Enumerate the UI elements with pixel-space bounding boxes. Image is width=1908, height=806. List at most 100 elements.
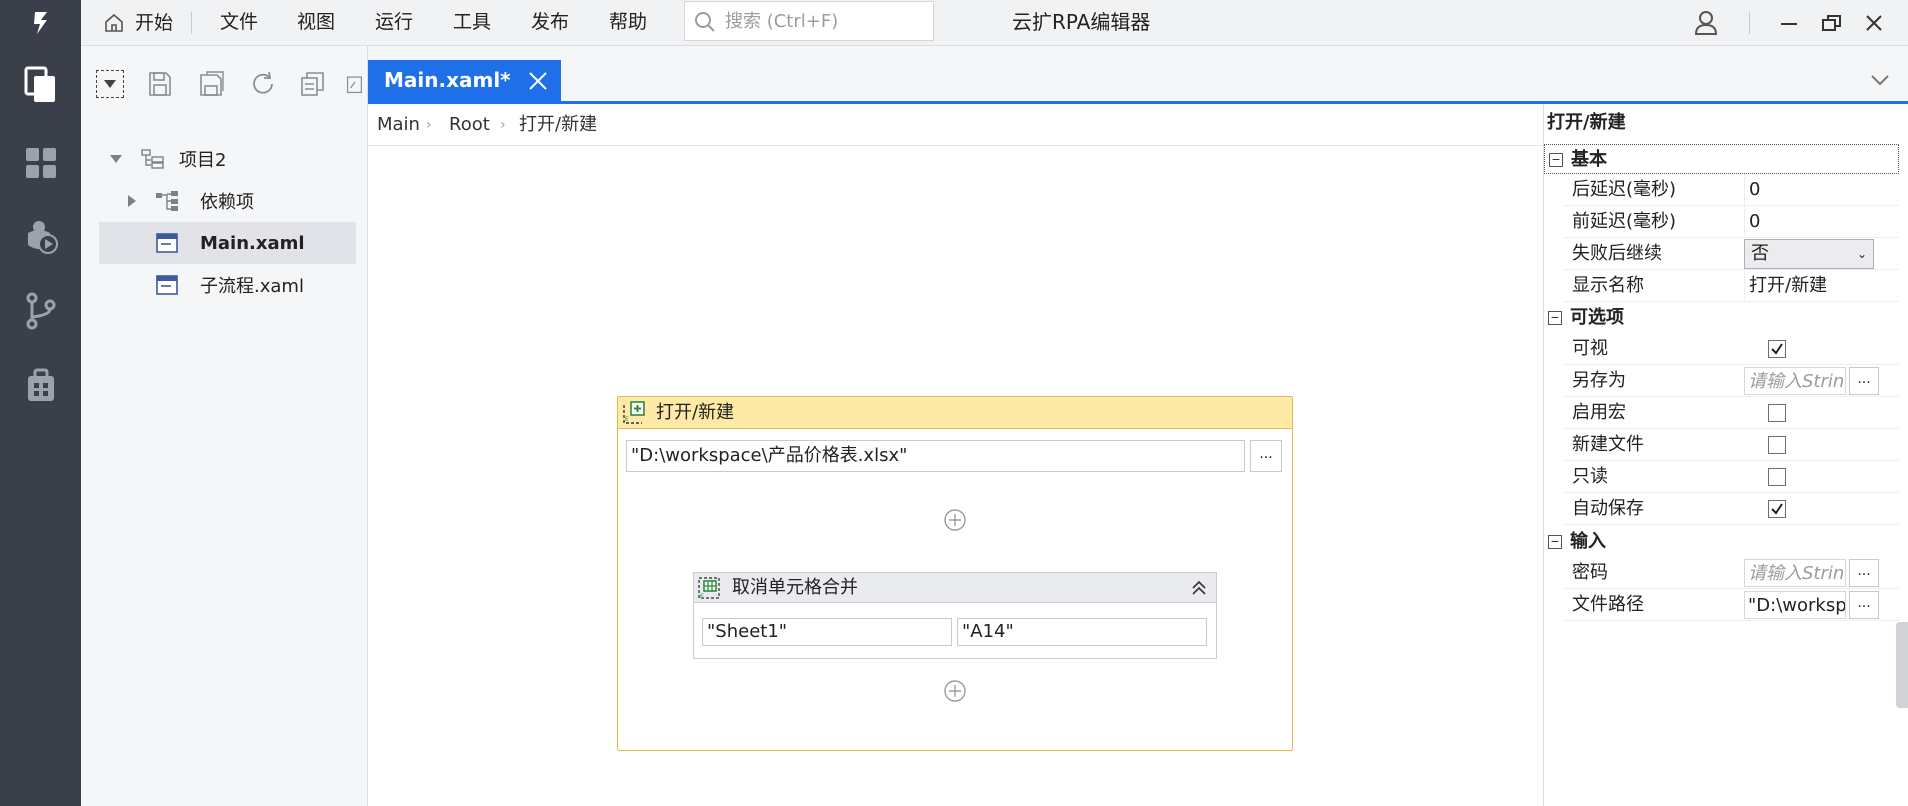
components-icon[interactable] <box>0 128 81 198</box>
properties-title: 打开/新建 <box>1547 112 1626 133</box>
breadcrumb-item-open-new[interactable]: 打开/新建 <box>519 104 597 146</box>
explorer-icon[interactable] <box>0 50 81 120</box>
prop-readonly: 只读 <box>1564 461 1899 493</box>
after-delay-input[interactable]: 0 <box>1749 174 1760 206</box>
select-dropdown-icon[interactable] <box>96 70 124 98</box>
tree-item-main-xaml[interactable]: Main.xaml <box>99 222 356 264</box>
prop-visible: 可视 <box>1564 333 1899 365</box>
collapse-minus-icon[interactable]: − <box>1548 311 1562 325</box>
tree-item-label: 项目2 <box>179 150 227 171</box>
expanded-arrow-icon[interactable] <box>109 152 123 166</box>
password-browse-button[interactable]: ... <box>1849 559 1879 587</box>
checkmark-icon <box>1771 503 1783 515</box>
activity-header[interactable]: E 取消单元格合并 <box>694 573 1216 603</box>
tree-item-label: 依赖项 <box>200 192 254 213</box>
breadcrumb-chevron-icon: › <box>500 117 506 133</box>
checkmark-icon <box>1771 343 1783 355</box>
menu-tools[interactable]: 工具 <box>453 0 491 46</box>
readonly-checkbox[interactable] <box>1768 468 1786 486</box>
menu-publish[interactable]: 发布 <box>531 0 569 46</box>
excel-open-icon: E <box>623 401 645 424</box>
menu-view[interactable]: 视图 <box>297 0 335 46</box>
visible-checkbox[interactable] <box>1768 340 1786 358</box>
workflow-canvas[interactable]: E 打开/新建 "D:\workspace\产品价格表.xlsx" ... E … <box>368 146 1543 806</box>
search-icon <box>695 12 715 32</box>
menu-file[interactable]: 文件 <box>220 0 258 46</box>
activity-title: 取消单元格合并 <box>732 577 858 598</box>
more-icon[interactable] <box>346 70 366 98</box>
prop-label: 只读 <box>1572 466 1608 487</box>
menu-help[interactable]: 帮助 <box>609 0 647 46</box>
svg-text:E: E <box>700 593 704 600</box>
enable-macro-checkbox[interactable] <box>1768 404 1786 422</box>
tab-label: Main.xaml* <box>384 68 511 92</box>
continue-on-error-select[interactable]: 否 ⌄ <box>1744 239 1874 269</box>
search-placeholder: 搜索 (Ctrl+F) <box>725 11 839 32</box>
prop-divider <box>1744 270 1745 302</box>
add-activity-icon[interactable] <box>942 678 968 704</box>
tab-list-chevron-down-icon[interactable] <box>1868 68 1892 92</box>
activity-title: 打开/新建 <box>656 402 735 423</box>
prop-label: 显示名称 <box>1572 275 1644 296</box>
password-input[interactable]: 请输入String <box>1744 559 1846 587</box>
file-path-input[interactable]: "D:\workspace\产品价格表.xlsx" <box>626 440 1245 472</box>
save-all-icon[interactable] <box>198 70 226 98</box>
before-delay-input[interactable]: 0 <box>1749 206 1760 238</box>
breadcrumb-item-root[interactable]: Root <box>449 104 490 146</box>
tab-close-icon[interactable] <box>525 68 551 94</box>
version-control-icon[interactable] <box>0 276 81 346</box>
group-basic[interactable]: − 基本 <box>1544 144 1899 174</box>
tree-item-subprocess-xaml[interactable]: 子流程.xaml <box>99 264 356 306</box>
file-path-prop-input[interactable]: "D:\workspace\产品价格表.xlsx" <box>1744 591 1846 619</box>
collapse-minus-icon[interactable]: − <box>1549 153 1563 167</box>
browse-button[interactable]: ... <box>1250 440 1282 472</box>
display-name-input[interactable]: 打开/新建 <box>1749 270 1827 302</box>
save-as-input[interactable]: 请输入String <box>1744 367 1846 395</box>
collapse-chevron-up-icon[interactable] <box>1188 577 1210 599</box>
search-box[interactable]: 搜索 (Ctrl+F) <box>684 1 934 41</box>
cell-range-input[interactable]: "A14" <box>957 618 1207 646</box>
collapse-minus-icon[interactable]: − <box>1548 535 1562 549</box>
activity-open-new[interactable]: E 打开/新建 "D:\workspace\产品价格表.xlsx" ... E … <box>617 396 1293 751</box>
tree-item-dependencies[interactable]: 依赖项 <box>99 180 356 222</box>
group-label: 可选项 <box>1570 307 1624 328</box>
activity-header[interactable]: E 打开/新建 <box>618 397 1292 429</box>
autosave-checkbox[interactable] <box>1768 500 1786 518</box>
tree-item-project[interactable]: 项目2 <box>99 138 356 180</box>
side-panel-handle[interactable] <box>1896 622 1908 708</box>
prop-label: 启用宏 <box>1572 402 1626 423</box>
new-file-checkbox[interactable] <box>1768 436 1786 454</box>
copy-icon[interactable] <box>299 70 327 98</box>
menu-run[interactable]: 运行 <box>375 0 413 46</box>
activity-bar <box>0 0 81 806</box>
group-optional[interactable]: − 可选项 <box>1544 303 1899 333</box>
prop-before-delay: 前延迟(毫秒) 0 <box>1564 206 1899 238</box>
xaml-file-icon <box>155 231 179 255</box>
window-divider <box>1749 12 1750 34</box>
menu-home[interactable]: 开始 <box>103 0 173 46</box>
group-input[interactable]: − 输入 <box>1544 527 1899 557</box>
debug-run-icon[interactable] <box>0 200 81 270</box>
breadcrumb-item-main[interactable]: Main <box>377 104 420 146</box>
file-path-browse-button[interactable]: ... <box>1849 591 1879 619</box>
add-activity-icon[interactable] <box>942 507 968 533</box>
sheet-name-input[interactable]: "Sheet1" <box>702 618 952 646</box>
activity-unmerge-cells[interactable]: E 取消单元格合并 "Sheet1" "A14" <box>693 572 1217 659</box>
collapsed-arrow-icon[interactable] <box>125 194 139 208</box>
unmerge-cells-icon: E <box>698 577 720 600</box>
chevron-down-icon: ⌄ <box>1856 247 1867 261</box>
save-as-browse-button[interactable]: ... <box>1849 367 1879 395</box>
menu-home-label: 开始 <box>135 12 174 34</box>
prop-label: 前延迟(毫秒) <box>1572 211 1677 232</box>
toolbox-icon[interactable] <box>0 350 81 420</box>
minimize-icon[interactable] <box>1769 0 1809 46</box>
project-toolbar <box>81 46 368 106</box>
restore-icon[interactable] <box>1812 0 1852 46</box>
refresh-icon[interactable] <box>249 70 277 98</box>
group-label: 基本 <box>1571 149 1607 170</box>
user-icon[interactable] <box>1686 0 1726 46</box>
close-icon[interactable] <box>1854 0 1894 46</box>
prop-label: 文件路径 <box>1572 594 1644 615</box>
tab-main-xaml[interactable]: Main.xaml* <box>368 60 561 101</box>
save-icon[interactable] <box>146 70 174 98</box>
